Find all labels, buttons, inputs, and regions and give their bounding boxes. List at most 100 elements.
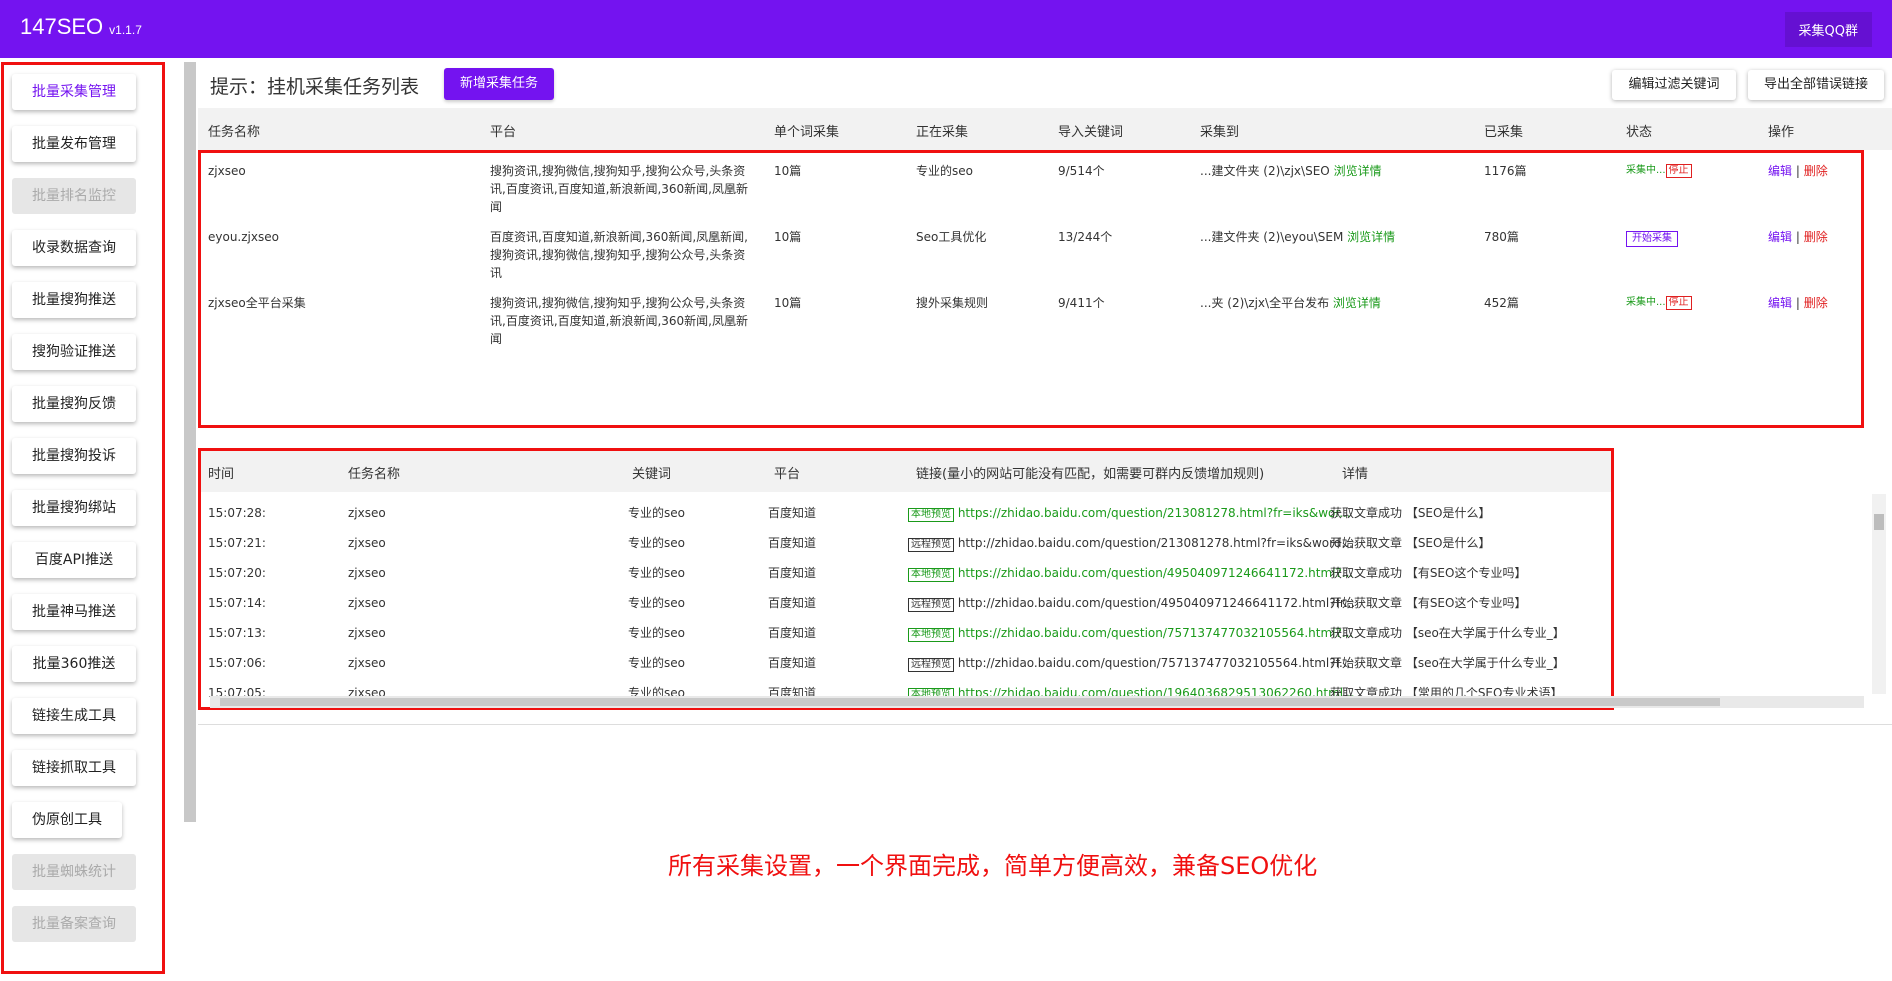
sidebar-item-9[interactable]: 百度API推送 [12, 542, 136, 578]
status-text: 采集中... [1626, 165, 1666, 176]
task-per-word: 10篇 [774, 230, 802, 244]
action-separator: | [1795, 230, 1800, 244]
top-bar: 147SEO v1.1.7 采集QQ群 [0, 0, 1892, 58]
add-task-button[interactable]: 新增采集任务 [444, 68, 554, 100]
task-dest: ...建文件夹 (2)\zjx\SEO 浏览详情 [1200, 162, 1382, 180]
task-table-header: 任务名称 平台 单个词采集 正在采集 导入关键词 采集到 已采集 状态 操作 [198, 108, 1892, 150]
edit-link[interactable]: 编辑 [1768, 164, 1792, 178]
task-name: zjxseo [208, 164, 246, 178]
log-vscroll-thumb[interactable] [1874, 514, 1884, 530]
task-status: 采集中... 停止 [1626, 294, 1692, 312]
browse-details-link[interactable]: 浏览详情 [1333, 296, 1381, 310]
main-panel: 提示：挂机采集任务列表 新增采集任务 编辑过滤关键词 导出全部错误链接 任务名称… [198, 58, 1892, 981]
col-keywords: 导入关键词 [1058, 125, 1124, 140]
sidebar-item-8[interactable]: 批量搜狗绑站 [12, 490, 136, 526]
log-table-highlight-box [198, 448, 1614, 710]
task-current: 搜外采集规则 [916, 296, 989, 310]
task-actions: 编辑 | 删除 [1768, 228, 1828, 246]
log-vertical-scrollbar[interactable] [1872, 494, 1886, 694]
task-platforms: 百度资讯,百度知道,新浪新闻,360新闻,凤凰新闻, 搜狗资讯,搜狗微信,搜狗知乎… [490, 228, 750, 282]
col-actions: 操作 [1768, 125, 1795, 140]
sidebar-item-14[interactable]: 伪原创工具 [12, 802, 122, 838]
task-status: 采集中... 停止 [1626, 162, 1692, 180]
status-text: 采集中... [1626, 297, 1666, 308]
edit-filter-button[interactable]: 编辑过滤关键词 [1612, 70, 1736, 100]
app-title: 147SEO [20, 14, 104, 39]
col-task-name: 任务名称 [208, 125, 261, 140]
promo-slogan: 所有采集设置，一个界面完成，简单方便高效，兼备SEO优化 [668, 852, 1318, 880]
task-table-highlight-box [198, 150, 1864, 428]
task-platform-line: 讯,百度资讯,百度知道,新浪新闻,360新闻,凤凰新 [490, 314, 748, 328]
delete-link[interactable]: 删除 [1804, 164, 1828, 178]
task-platforms: 搜狗资讯,搜狗微信,搜狗知乎,搜狗公众号,头条资 讯,百度资讯,百度知道,新浪新闻… [490, 162, 750, 216]
task-keywords: 9/411个 [1058, 296, 1105, 310]
col-status: 状态 [1626, 125, 1653, 140]
col-platform: 平台 [490, 125, 517, 140]
browse-details-link[interactable]: 浏览详情 [1334, 164, 1382, 178]
sidebar-item-3[interactable]: 收录数据查询 [12, 230, 136, 266]
log-horizontal-scrollbar[interactable] [210, 696, 1864, 708]
col-per-word: 单个词采集 [774, 125, 840, 140]
sidebar: 批量采集管理 批量发布管理 批量排名监控 收录数据查询 批量搜狗推送 搜狗验证推送 批量搜狗… [0, 62, 168, 981]
task-actions: 编辑 | 删除 [1768, 294, 1828, 312]
task-platform-line: 搜狗资讯,搜狗微信,搜狗知乎,搜狗公众号,头条资 [490, 296, 746, 310]
task-keywords: 13/244个 [1058, 230, 1113, 244]
col-collected: 已采集 [1484, 125, 1524, 140]
sidebar-item-5[interactable]: 搜狗验证推送 [12, 334, 136, 370]
start-collect-button[interactable]: 开始采集 [1626, 231, 1678, 247]
task-collected: 452篇 [1484, 296, 1519, 310]
page-title: 提示：挂机采集任务列表 [210, 76, 420, 98]
stop-button[interactable]: 停止 [1665, 164, 1692, 178]
task-name: eyou.zjxseo [208, 230, 279, 244]
delete-link[interactable]: 删除 [1804, 296, 1828, 310]
sidebar-item-16: 批量备案查询 [12, 906, 136, 942]
delete-link[interactable]: 删除 [1804, 230, 1828, 244]
task-current: Seo工具优化 [916, 230, 987, 244]
task-collected: 1176篇 [1484, 164, 1527, 178]
sidebar-item-6[interactable]: 批量搜狗反馈 [12, 386, 136, 422]
task-platform-line: 讯,百度资讯,百度知道,新浪新闻,360新闻,凤凰新 [490, 182, 748, 196]
sidebar-item-1[interactable]: 批量发布管理 [12, 126, 136, 162]
task-platform-line: 搜狗资讯,搜狗微信,搜狗知乎,搜狗公众号,头条资 [490, 248, 746, 262]
task-platform-line: 讯 [490, 266, 503, 280]
col-current: 正在采集 [916, 125, 969, 140]
task-per-word: 10篇 [774, 296, 802, 310]
sidebar-item-0[interactable]: 批量采集管理 [12, 74, 136, 110]
task-per-word: 10篇 [774, 164, 802, 178]
task-dest-path: ...夹 (2)\zjx\全平台发布 [1200, 296, 1330, 310]
task-name: zjxseo全平台采集 [208, 296, 306, 310]
task-platform-line: 百度资讯,百度知道,新浪新闻,360新闻,凤凰新闻, [490, 230, 748, 244]
sidebar-scrollbar[interactable] [184, 62, 196, 822]
stop-button[interactable]: 停止 [1665, 296, 1692, 310]
task-dest-path: ...建文件夹 (2)\eyou\SEM [1200, 230, 1344, 244]
app-version: v1.1.7 [109, 23, 142, 37]
browse-details-link[interactable]: 浏览详情 [1347, 230, 1395, 244]
sidebar-item-12[interactable]: 链接生成工具 [12, 698, 136, 734]
app-brand: 147SEO v1.1.7 [20, 14, 142, 40]
sidebar-item-11[interactable]: 批量360推送 [12, 646, 136, 682]
task-dest: ...夹 (2)\zjx\全平台发布 浏览详情 [1200, 294, 1381, 312]
export-errors-button[interactable]: 导出全部错误链接 [1748, 70, 1884, 100]
task-status: 开始采集 [1626, 228, 1678, 247]
section-divider [198, 724, 1892, 725]
task-collected: 780篇 [1484, 230, 1519, 244]
edit-link[interactable]: 编辑 [1768, 296, 1792, 310]
edit-link[interactable]: 编辑 [1768, 230, 1792, 244]
action-separator: | [1795, 164, 1800, 178]
task-actions: 编辑 | 删除 [1768, 162, 1828, 180]
task-platform-line: 闻 [490, 200, 503, 214]
sidebar-item-10[interactable]: 批量神马推送 [12, 594, 136, 630]
qq-group-button[interactable]: 采集QQ群 [1784, 12, 1872, 47]
sidebar-item-13[interactable]: 链接抓取工具 [12, 750, 136, 786]
log-hscroll-thumb[interactable] [220, 698, 1720, 706]
task-platform-line: 搜狗资讯,搜狗微信,搜狗知乎,搜狗公众号,头条资 [490, 164, 746, 178]
sidebar-item-15: 批量蜘蛛统计 [12, 854, 136, 890]
task-dest: ...建文件夹 (2)\eyou\SEM 浏览详情 [1200, 228, 1395, 246]
sidebar-item-2: 批量排名监控 [12, 178, 136, 214]
col-dest: 采集到 [1200, 125, 1240, 140]
task-current: 专业的seo [916, 164, 973, 178]
sidebar-item-4[interactable]: 批量搜狗推送 [12, 282, 136, 318]
sidebar-item-7[interactable]: 批量搜狗投诉 [12, 438, 136, 474]
task-platforms: 搜狗资讯,搜狗微信,搜狗知乎,搜狗公众号,头条资 讯,百度资讯,百度知道,新浪新闻… [490, 294, 750, 348]
task-dest-path: ...建文件夹 (2)\zjx\SEO [1200, 164, 1330, 178]
